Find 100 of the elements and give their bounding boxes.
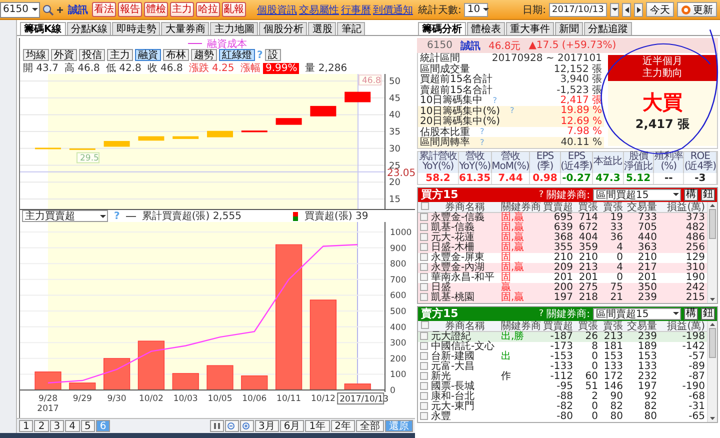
zoom-in-button[interactable] <box>240 420 254 432</box>
column-header[interactable]: 買賣超 <box>541 202 575 212</box>
chart-tab[interactable]: 即時走勢 <box>112 22 160 35</box>
table-row[interactable]: 凱基-信義 固,贏 639 672 33 705 482 <box>418 222 707 232</box>
help-icon[interactable]: ? <box>538 190 544 200</box>
days-select[interactable]: 10 <box>464 2 488 16</box>
table-row[interactable]: 元富-大昌 -133 0 133 133 -89 <box>418 362 707 372</box>
top-link[interactable]: 到價通知 <box>373 2 413 16</box>
page-button[interactable]: 2 <box>34 420 49 432</box>
plus-icon[interactable] <box>56 6 64 14</box>
range-button[interactable]: 6月 <box>280 420 304 432</box>
symbol-field[interactable]: 6150 <box>0 2 40 18</box>
column-header[interactable]: 券商名稱 <box>431 202 501 212</box>
range-button[interactable]: 1年 <box>305 420 330 432</box>
help-icon[interactable]: ? <box>538 308 544 318</box>
range-button[interactable]: 2年 <box>330 420 355 432</box>
range-button[interactable]: 3月 <box>254 420 279 432</box>
chart-tab[interactable]: 選股 <box>308 22 336 35</box>
indicator-button[interactable]: 布林 <box>163 49 189 61</box>
table-row[interactable]: 日盛 贏 200 275 75 350 242 <box>418 282 707 292</box>
column-header[interactable]: 賣張 <box>600 320 625 332</box>
chart-tab[interactable]: 個股分析 <box>259 22 308 35</box>
column-header[interactable]: 關鍵券商 <box>501 202 541 212</box>
table-row[interactable]: 永豐金-信義 固,贏 695 714 19 733 373 <box>418 212 707 222</box>
column-header[interactable]: 損益(萬) <box>659 202 707 212</box>
indicator-select[interactable]: 主力買賣超 <box>22 210 108 222</box>
chart-tab[interactable]: 主力地圖 <box>210 22 258 35</box>
top-link[interactable]: 行事曆 <box>341 2 371 16</box>
table-row[interactable]: 永豐金-內湖 固,贏 209 213 4 217 310 <box>418 262 707 272</box>
scrollbar-thumb[interactable] <box>709 328 716 358</box>
dropdown-button[interactable] <box>610 2 619 16</box>
indicator-button[interactable]: 趨勢 <box>191 49 217 61</box>
table-row[interactable]: 新光 作 -112 60 172 232 -87 <box>418 372 707 382</box>
panel-tab[interactable]: 重大事件 <box>506 22 554 35</box>
indicator-button[interactable]: 融資 <box>135 49 161 61</box>
down-arrow-icon[interactable] <box>710 416 715 420</box>
settings-button[interactable]: 設 <box>264 49 281 61</box>
chart-tab[interactable]: 筆記 <box>337 22 366 35</box>
column-header[interactable]: 賣張 <box>600 202 625 212</box>
panel-tab[interactable]: 新聞 <box>555 22 583 35</box>
next-button[interactable] <box>634 2 643 16</box>
table-row[interactable]: 台新-建國 出 -153 0 153 153 -57 <box>418 352 707 362</box>
column-header[interactable]: 券商名稱 <box>431 320 501 332</box>
table-button[interactable]: 構 <box>684 188 698 200</box>
range-button[interactable]: 全部 <box>356 420 384 432</box>
table-row[interactable]: 永豐金-屏東 固 210 210 0 210 129 <box>418 252 707 262</box>
panel-tab[interactable]: 籌碼分析 <box>418 22 466 35</box>
down-arrow-icon[interactable] <box>710 298 715 300</box>
table-button[interactable]: 構 <box>684 308 698 320</box>
toolbar-button[interactable]: 報告 <box>118 2 142 17</box>
pause-button[interactable] <box>210 420 224 432</box>
chart-tab[interactable]: 大量券商 <box>161 22 210 35</box>
column-header[interactable]: 交易量 <box>625 320 659 332</box>
table-row[interactable]: 國票-長城 -95 51 146 197 -190 <box>418 382 707 392</box>
column-header[interactable]: 買張 <box>575 202 600 212</box>
scrollbar-thumb[interactable] <box>709 208 716 238</box>
toolbar-button[interactable]: 主力 <box>170 2 194 17</box>
indicator-button[interactable]: 均線 <box>23 49 49 61</box>
toolbar-button[interactable]: 哈拉 <box>196 2 220 17</box>
indicator-button[interactable]: 外資 <box>51 49 77 61</box>
up-arrow-icon[interactable] <box>710 322 715 326</box>
column-header[interactable]: 交易量 <box>625 202 659 212</box>
table-row[interactable]: 康和-台北 -88 2 90 92 -68 <box>418 392 707 402</box>
page-button[interactable]: 3 <box>50 420 64 432</box>
table-row[interactable]: 永豐 -80 0 80 80 -65 <box>418 412 707 422</box>
panel-tab[interactable]: 體檢表 <box>467 22 505 35</box>
indicator-button[interactable]: 主力 <box>107 49 133 61</box>
previous-button[interactable] <box>622 2 631 16</box>
page-button[interactable]: 5 <box>80 420 95 432</box>
top-link[interactable]: 交易屬性 <box>299 2 339 16</box>
toolbar-button[interactable]: 亂報 <box>222 2 246 17</box>
table-row[interactable]: 華南永昌-和平 固 201 201 0 201 190 <box>418 272 707 282</box>
refresh-button[interactable]: 更新 <box>677 2 717 17</box>
toolbar-button[interactable]: 體檢 <box>144 2 168 17</box>
panel-tab[interactable]: 分點追蹤 <box>584 22 632 35</box>
page-button[interactable]: 4 <box>65 420 80 432</box>
table-row[interactable]: 中國信託-文心 -173 8 181 189 -142 <box>418 342 707 352</box>
table-row[interactable]: 日盛-木柵 固,贏 355 359 4 363 256 <box>418 242 707 252</box>
toolbar-button[interactable]: 看法 <box>92 2 116 17</box>
indicator-button[interactable]: 紅綠燈 <box>219 49 255 61</box>
up-arrow-icon[interactable] <box>710 204 715 206</box>
chart-tab[interactable]: 分點K線 <box>66 22 112 35</box>
table-row[interactable]: 凱基-桃園 固,贏 197 218 21 239 215 <box>418 292 707 302</box>
zoom-out-button[interactable] <box>224 420 238 432</box>
table-row[interactable]: 元大證紀 出,勝 -187 26 213 239 -198 <box>418 332 707 342</box>
date-field[interactable]: 2017/10/13 <box>549 2 607 16</box>
scrollbar[interactable] <box>707 320 717 422</box>
table-row[interactable]: 元大-花蓮 固,贏 368 404 36 440 486 <box>418 232 707 242</box>
top-link[interactable]: 個股資訊 <box>257 2 297 16</box>
column-header[interactable]: 損益(萬) <box>659 320 707 332</box>
column-header[interactable]: 買賣超 <box>541 320 575 332</box>
scrollbar[interactable] <box>707 202 717 302</box>
table-row[interactable]: 元大-東門 -82 0 82 82 -31 <box>418 402 707 412</box>
chart-tab[interactable]: 籌碼K線 <box>20 22 66 35</box>
today-button[interactable]: 今天 <box>646 2 674 17</box>
page-button[interactable]: 1 <box>19 420 34 432</box>
table-button[interactable]: 鈕 <box>701 308 715 320</box>
indicator-button[interactable]: 投信 <box>79 49 105 61</box>
table-button[interactable]: 鈕 <box>701 188 715 200</box>
column-header[interactable]: 買張 <box>575 320 600 332</box>
